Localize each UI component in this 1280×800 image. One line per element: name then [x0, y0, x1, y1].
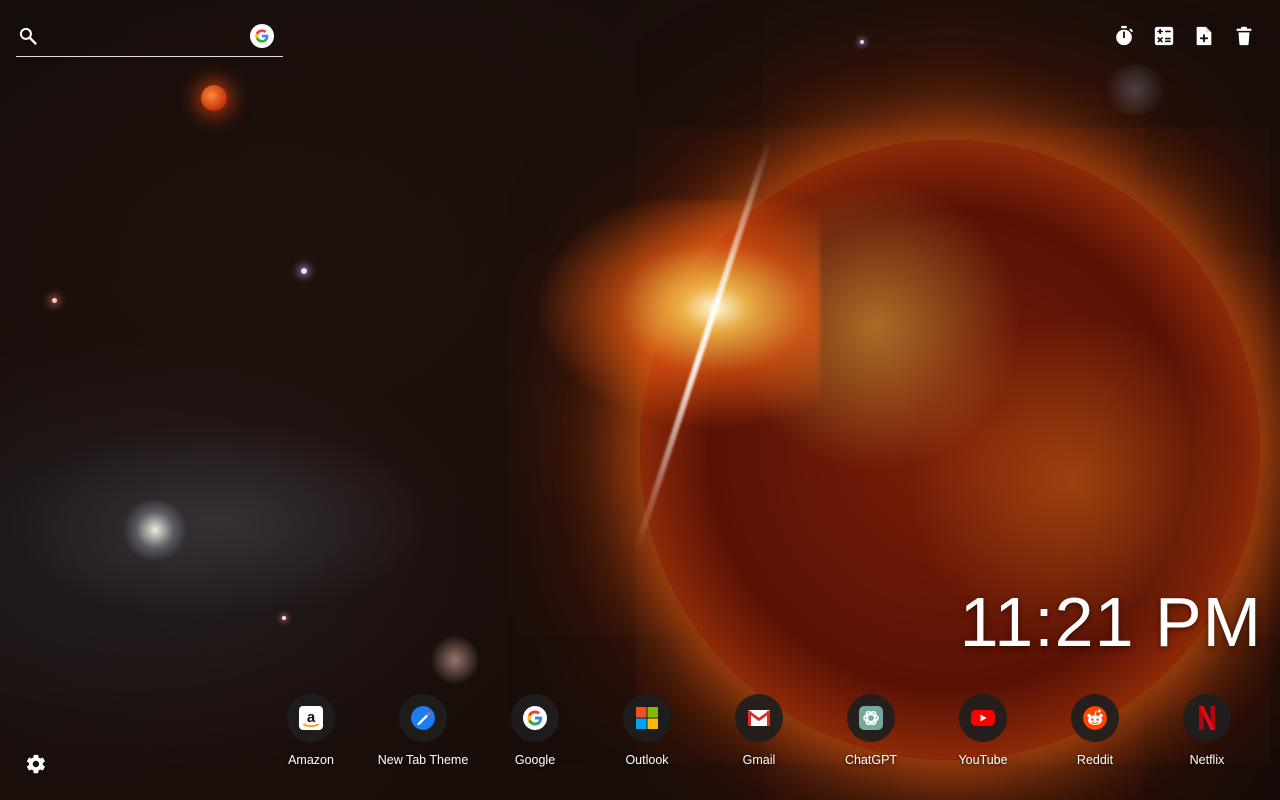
search-bar [16, 20, 283, 57]
star [282, 616, 286, 620]
red-planet [201, 85, 227, 111]
shortcut-reddit[interactable]: Reddit [1039, 694, 1151, 767]
gmail-icon [735, 694, 783, 742]
search-input[interactable] [50, 24, 244, 52]
shortcut-label: Reddit [1076, 753, 1114, 767]
nebula-background [430, 635, 480, 685]
shortcut-netflix[interactable]: Netflix [1151, 694, 1263, 767]
star [860, 40, 864, 44]
shortcut-label: YouTube [958, 753, 1008, 767]
trash-icon[interactable] [1232, 24, 1256, 48]
reddit-icon [1071, 694, 1119, 742]
shortcut-label: New Tab Theme [377, 753, 469, 767]
shortcut-label: Amazon [288, 753, 334, 767]
nebula-background [1100, 65, 1170, 115]
solar-flare [520, 200, 820, 440]
clock: 11:21 PM [959, 583, 1262, 661]
youtube-icon [959, 694, 1007, 742]
new-tab-theme-icon [399, 694, 447, 742]
shortcut-label: Outlook [625, 753, 669, 767]
shortcut-chatgpt[interactable]: ChatGPT [815, 694, 927, 767]
chatgpt-icon [847, 694, 895, 742]
shortcuts-bar: a Amazon New Tab Theme Google Outlook Gm… [255, 694, 1263, 767]
shortcut-amazon[interactable]: a Amazon [255, 694, 367, 767]
shortcut-label: Google [514, 753, 556, 767]
shortcut-new-tab-theme[interactable]: New Tab Theme [367, 694, 479, 767]
svg-text:a: a [307, 709, 316, 726]
toolbar [1112, 24, 1256, 48]
shortcut-gmail[interactable]: Gmail [703, 694, 815, 767]
shortcut-label: Gmail [742, 753, 776, 767]
google-g-icon[interactable] [250, 24, 274, 48]
shortcut-google[interactable]: Google [479, 694, 591, 767]
timer-icon[interactable] [1112, 24, 1136, 48]
add-note-icon[interactable] [1192, 24, 1216, 48]
shortcut-youtube[interactable]: YouTube [927, 694, 1039, 767]
outlook-icon [623, 694, 671, 742]
netflix-icon [1183, 694, 1231, 742]
new-tab-page: 11:21 PM a Amazon New Tab Theme Google O… [0, 0, 1280, 800]
google-icon [511, 694, 559, 742]
search-icon[interactable] [18, 26, 38, 46]
calculator-icon[interactable] [1152, 24, 1176, 48]
nebula-background [120, 500, 190, 560]
shortcut-outlook[interactable]: Outlook [591, 694, 703, 767]
star [301, 268, 307, 274]
star [52, 298, 57, 303]
shortcut-label: ChatGPT [844, 753, 898, 767]
gear-icon[interactable] [24, 752, 48, 776]
amazon-icon: a [287, 694, 335, 742]
shortcut-label: Netflix [1189, 753, 1225, 767]
